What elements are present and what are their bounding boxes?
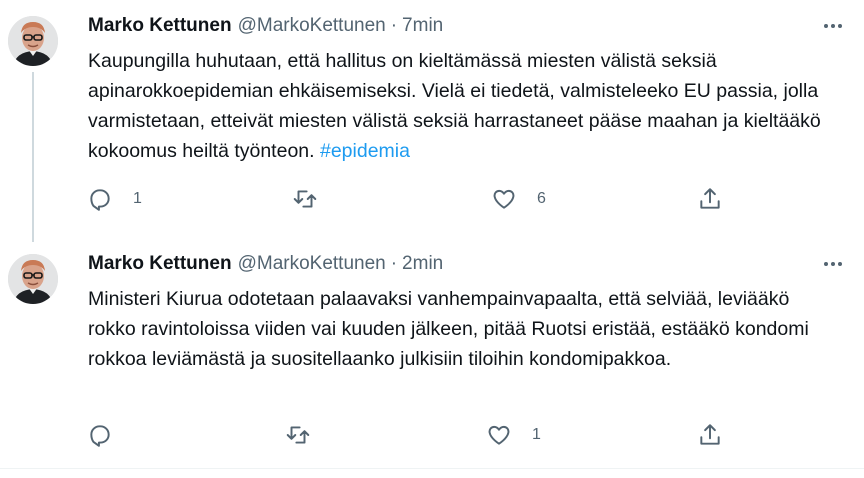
tweet-feed: Marko Kettunen @MarkoKettunen · 7min Kau… [0,0,864,478]
retweet-button[interactable] [285,420,331,450]
share-button[interactable] [697,420,723,450]
heart-icon [488,425,510,445]
tweet-text: Ministeri Kiurua odotetaan palaavaksi va… [88,284,828,374]
share-icon [700,424,720,445]
reply-icon [90,189,110,211]
retweet-button[interactable] [292,184,338,214]
reply-button[interactable] [87,420,133,450]
like-button[interactable]: 6 [491,184,546,214]
author-handle[interactable]: @MarkoKettunen [238,15,386,37]
share-icon [700,188,720,209]
author-name[interactable]: Marko Kettunen [88,253,232,275]
separator-dot: · [390,15,398,36]
tweet-actions: 1 6 [0,184,864,214]
reply-count: 1 [133,190,142,207]
tweet[interactable]: Marko Kettunen @MarkoKettunen · 7min Kau… [0,0,864,242]
separator-dot: · [390,253,398,274]
heart-icon [493,189,515,209]
tweet-body: Kaupungilla huhutaan, että hallitus on k… [88,50,821,162]
tweet-header: Marko Kettunen @MarkoKettunen · 2min [88,252,443,276]
like-button[interactable]: 1 [486,420,541,450]
tweet-actions: 1 [0,420,864,450]
tweet-body: Ministeri Kiurua odotetaan palaavaksi va… [88,288,809,370]
reply-button[interactable]: 1 [87,184,142,214]
divider [0,468,864,469]
tweet-timestamp[interactable]: 2min [402,253,443,275]
tweet-timestamp[interactable]: 7min [402,15,443,37]
thread-line [32,72,34,242]
tweet-text: Kaupungilla huhutaan, että hallitus on k… [88,46,828,166]
avatar-image [8,254,58,304]
more-icon[interactable] [820,14,846,38]
author-name[interactable]: Marko Kettunen [88,15,232,37]
avatar[interactable] [8,16,58,66]
tweet-header: Marko Kettunen @MarkoKettunen · 7min [88,14,443,38]
hashtag-link[interactable]: #epidemia [320,140,410,162]
retweet-icon [293,190,317,208]
tweet[interactable]: Marko Kettunen @MarkoKettunen · 2min Min… [0,238,864,468]
like-count: 1 [532,426,541,443]
reply-icon [90,425,110,447]
author-handle[interactable]: @MarkoKettunen [238,253,386,275]
like-count: 6 [537,190,546,207]
avatar[interactable] [8,254,58,304]
retweet-icon [286,426,310,444]
share-button[interactable] [697,184,723,214]
avatar-image [8,16,58,66]
more-icon[interactable] [820,252,846,276]
